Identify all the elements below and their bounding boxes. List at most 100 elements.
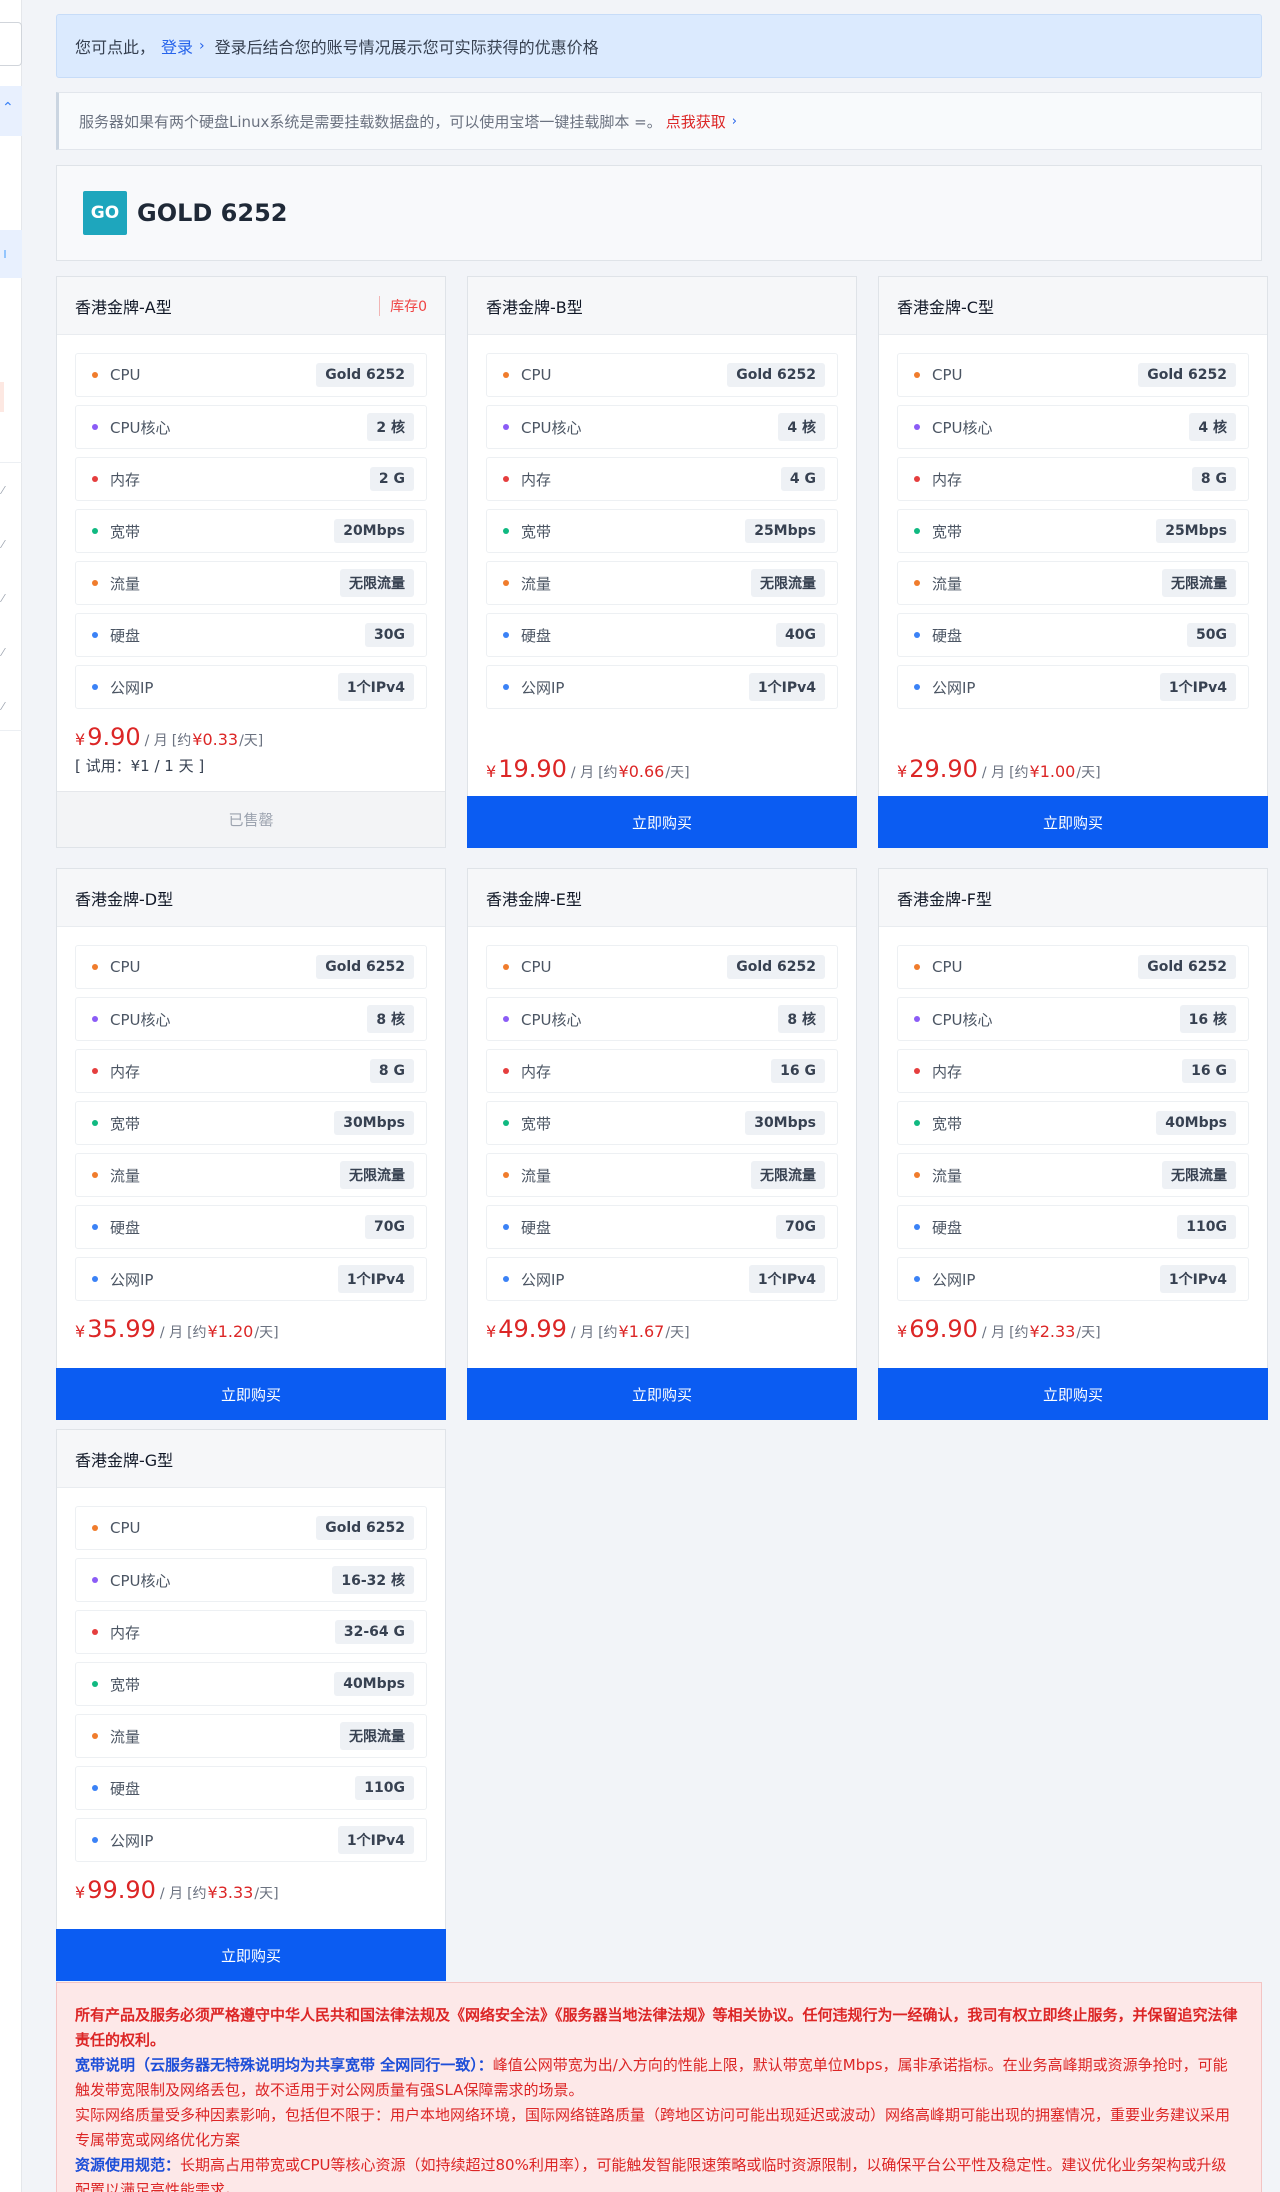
- spec-value: 4 G: [780, 467, 825, 491]
- chevron-right-icon: ›: [731, 113, 737, 129]
- product-title: 香港金牌-G型: [75, 1450, 174, 1470]
- network-text: 实际网络质量受多种因素影响，包括但不限于：用户本地网络环境，国际网络链路质量（跨…: [75, 2106, 1231, 2149]
- get-script-link[interactable]: 点我获取: [666, 111, 726, 132]
- bullet-dot-icon: [92, 1837, 98, 1843]
- bullet-dot-icon: [92, 684, 98, 690]
- product-title: 香港金牌-A型: [75, 297, 172, 317]
- chevron-up-icon: ⌃: [2, 100, 14, 116]
- group-title: GOLD 6252: [137, 199, 288, 227]
- sidebar-item-icon[interactable]: ⁄: [2, 700, 4, 713]
- buy-now-button[interactable]: 立即购买: [878, 1368, 1268, 1420]
- spec-list: CPU Gold 6252 CPU核心 4 核内存 8 G 宽带 25Mbps 流量 无限流量硬…: [879, 335, 1267, 709]
- bullet-dot-icon: [914, 1224, 920, 1230]
- spec-value: 无限流量: [340, 569, 414, 597]
- spec-value: 70G: [365, 1215, 414, 1239]
- spec-row-bandwidth: 宽带 20Mbps: [75, 509, 427, 553]
- bullet-dot-icon: [92, 580, 98, 586]
- spec-row-memory: 内存 4 G: [486, 457, 838, 501]
- spec-value: 1个IPv4: [337, 1265, 414, 1293]
- spec-row-disk: 硬盘 110G: [897, 1205, 1249, 1249]
- spec-label: CPU核心: [521, 1010, 582, 1029]
- card-header: 香港金牌-C型: [879, 277, 1267, 335]
- spec-row-memory: 内存 2 G: [75, 457, 427, 501]
- spec-value: 1个IPv4: [337, 673, 414, 701]
- currency-symbol: ¥: [897, 1322, 908, 1341]
- spec-row-ip: 公网IP 1个IPv4: [75, 1257, 427, 1301]
- buy-now-button[interactable]: 立即购买: [467, 796, 857, 848]
- sidebar-item-icon[interactable]: ⁄: [2, 592, 4, 605]
- product-card: 香港金牌-A型 库存0 CPU Gold 6252 CPU核心 2 核内存 2 G 宽带 20M…: [56, 276, 446, 848]
- spec-label: CPU: [110, 1519, 141, 1537]
- bullet-dot-icon: [503, 1224, 509, 1230]
- spec-label: 硬盘: [521, 1218, 552, 1237]
- sidebar-search-box[interactable]: [0, 22, 22, 66]
- monthly-price: 19.90: [498, 755, 567, 783]
- per-day-label: /天]: [254, 1886, 279, 1902]
- product-title: 香港金牌-C型: [897, 297, 994, 317]
- sidebar-item-active[interactable]: ⌃: [0, 86, 22, 136]
- spec-value: 1个IPv4: [748, 1265, 825, 1293]
- spec-row-cores: CPU核心 8 核: [75, 997, 427, 1041]
- sidebar-item-icon[interactable]: ⁄: [2, 538, 4, 551]
- spec-label: 硬盘: [110, 626, 141, 645]
- spec-label: 硬盘: [932, 626, 963, 645]
- per-month-label: / 月: [981, 1325, 1006, 1341]
- spec-label: 宽带: [110, 1675, 141, 1694]
- spec-value: 8 核: [367, 1005, 414, 1033]
- login-link[interactable]: 登录: [161, 34, 193, 58]
- spec-value: 1个IPv4: [748, 673, 825, 701]
- spec-label: 内存: [110, 1062, 141, 1081]
- per-month-label: / 月: [159, 1325, 184, 1341]
- daily-price: ¥0.66: [618, 762, 665, 781]
- per-month-label: / 月: [981, 765, 1006, 781]
- per-day-label: /天]: [1076, 1325, 1101, 1341]
- spec-value: Gold 6252: [727, 363, 825, 387]
- spec-row-ip: 公网IP 1个IPv4: [75, 665, 427, 709]
- bullet-dot-icon: [92, 1068, 98, 1074]
- spec-label: 宽带: [521, 522, 552, 541]
- spec-row-memory: 内存 8 G: [897, 457, 1249, 501]
- per-month-label: / 月: [570, 765, 595, 781]
- card-header: 香港金牌-A型 库存0: [57, 277, 445, 335]
- monthly-price: 69.90: [909, 1315, 978, 1343]
- spec-label: 内存: [521, 470, 552, 489]
- spec-value: 40Mbps: [1156, 1111, 1236, 1135]
- spec-label: 流量: [932, 574, 963, 593]
- sidebar-item-icon[interactable]: ⁄: [2, 646, 4, 659]
- bullet-dot-icon: [92, 1016, 98, 1022]
- buy-now-button[interactable]: 立即购买: [467, 1368, 857, 1420]
- spec-list: CPU Gold 6252 CPU核心 8 核内存 16 G 宽带 30Mbps 流量 无限流量…: [468, 927, 856, 1301]
- card-header: 香港金牌-G型: [57, 1430, 445, 1488]
- buy-now-button[interactable]: 立即购买: [878, 796, 1268, 848]
- spec-row-ip: 公网IP 1个IPv4: [897, 1257, 1249, 1301]
- approx-label: [约: [187, 1886, 207, 1902]
- spec-label: 流量: [110, 1166, 141, 1185]
- spec-value: Gold 6252: [1138, 955, 1236, 979]
- spec-value: 无限流量: [1162, 569, 1236, 597]
- per-day-label: /天]: [254, 1325, 279, 1341]
- bandwidth-title: 宽带说明（云服务器无特殊说明均为共享宽带 全网同行一致）：: [75, 2056, 493, 2074]
- spec-value: 50G: [1187, 623, 1236, 647]
- buy-now-button[interactable]: 立即购买: [56, 1368, 446, 1420]
- sidebar-item-icon[interactable]: ⁄: [2, 484, 4, 497]
- spec-row-disk: 硬盘 70G: [486, 1205, 838, 1249]
- price-line: ¥35.99/ 月 [约 ¥1.20/天]: [57, 1309, 445, 1347]
- spec-row-cpu: CPU Gold 6252: [486, 353, 838, 397]
- spec-label: 宽带: [110, 522, 141, 541]
- spec-label: 流量: [110, 1727, 141, 1746]
- sidebar-item-selected[interactable]: [0, 230, 22, 278]
- product-card: 香港金牌-E型 CPU Gold 6252 CPU核心 8 核内存 16 G 宽带 30Mbp…: [467, 868, 857, 1420]
- bullet-dot-icon: [92, 1120, 98, 1126]
- spec-value: 无限流量: [751, 569, 825, 597]
- bullet-dot-icon: [503, 964, 509, 970]
- price-line: ¥99.90/ 月 [约 ¥3.33/天]: [57, 1870, 445, 1908]
- spec-list: CPU Gold 6252 CPU核心 4 核内存 4 G 宽带 25Mbps 流量 无限流量硬…: [468, 335, 856, 709]
- spec-value: 1个IPv4: [337, 1826, 414, 1854]
- sidebar-divider: [0, 462, 22, 463]
- card-header: 香港金牌-D型: [57, 869, 445, 927]
- spec-value: 8 G: [369, 1059, 414, 1083]
- product-group-header: GO GOLD 6252: [56, 165, 1262, 261]
- buy-now-button[interactable]: 立即购买: [56, 1929, 446, 1981]
- bullet-dot-icon: [503, 1172, 509, 1178]
- spec-label: 公网IP: [932, 678, 976, 697]
